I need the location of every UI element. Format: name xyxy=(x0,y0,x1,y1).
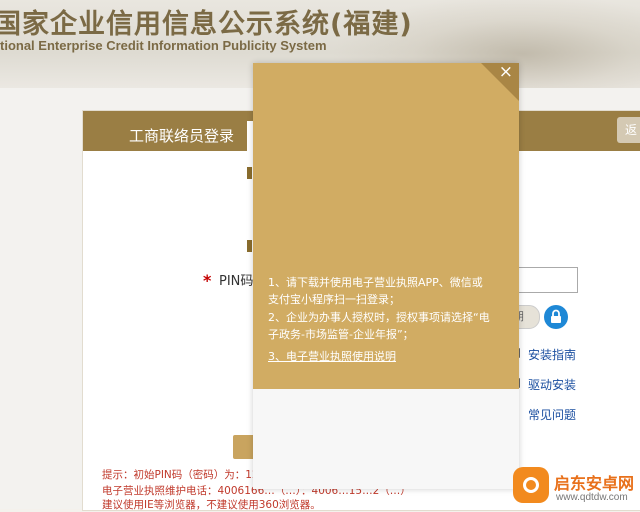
login-notice-modal: × 1、请下载并使用电子营业执照APP、微信或 支付宝小程序扫一扫登录； 2、企… xyxy=(253,63,519,489)
license-guide-link[interactable]: 3、电子营业执照使用说明 xyxy=(268,348,396,364)
install-guide-link[interactable]: 安装指南 xyxy=(528,346,576,363)
tab-liaison-login[interactable]: 工商联络员登录 xyxy=(129,125,234,146)
pin-input[interactable] xyxy=(512,267,578,293)
pin-label: PIN码 xyxy=(219,274,254,289)
modal-line-4: 子政务-市场监管-企业年报”； xyxy=(268,328,414,341)
modal-line-2: 支付宝小程序扫一扫登录； xyxy=(268,293,400,306)
site-title-en: tional Enterprise Credit Information Pub… xyxy=(0,38,327,53)
browser-advice-note: 建议使用IE等浏览器，不建议使用360浏览器。 xyxy=(102,499,321,511)
login-button[interactable] xyxy=(233,435,255,459)
field-marker xyxy=(247,240,252,252)
watermark-name: 启东安卓网 xyxy=(554,474,635,493)
lock-icon[interactable] xyxy=(544,305,568,329)
return-button[interactable]: 返 xyxy=(617,117,640,143)
field-marker xyxy=(247,167,252,179)
pin-hint-note: 提示：初始PIN码（密码）为：12 xyxy=(102,469,259,481)
watermark-url: www.qdtdw.com xyxy=(556,492,628,503)
modal-line-3: 2、企业为办事人授权时，授权事项请选择“电 xyxy=(268,311,490,324)
faq-link[interactable]: 常见问题 xyxy=(528,406,576,423)
site-title-cn: 国家企业信用信息公示系统(福建) xyxy=(0,9,413,40)
watermark-logo-icon xyxy=(513,467,549,503)
watermark: 启东安卓网 www.qdtdw.com xyxy=(510,462,640,509)
driver-install-link[interactable]: 驱动安装 xyxy=(528,376,576,393)
required-mark: * xyxy=(203,271,212,290)
modal-content-area: × 1、请下载并使用电子营业执照APP、微信或 支付宝小程序扫一扫登录； 2、企… xyxy=(253,63,519,389)
close-icon[interactable]: × xyxy=(499,63,513,81)
modal-line-1: 1、请下载并使用电子营业执照APP、微信或 xyxy=(268,276,483,289)
